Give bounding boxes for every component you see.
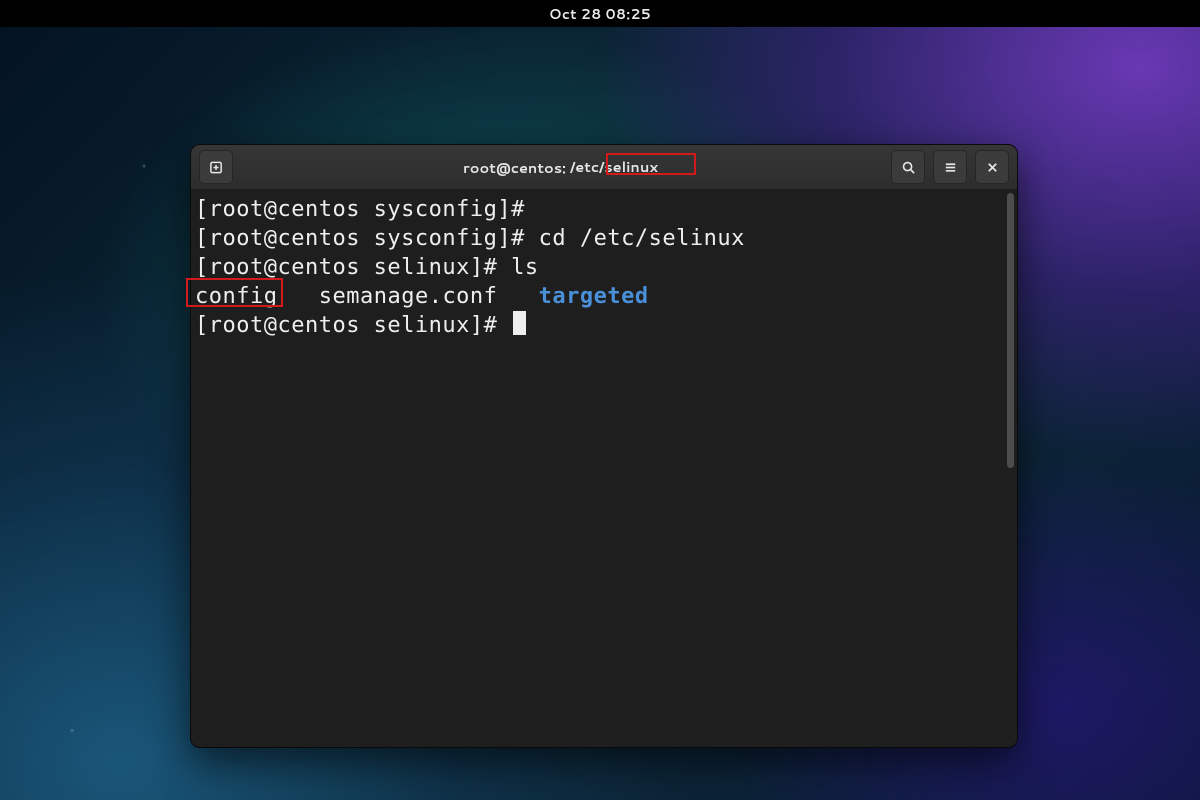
clock-label: Oct 28 08:25 <box>549 4 651 24</box>
close-button[interactable] <box>975 150 1009 184</box>
prompt: [root@centos sysconfig]# <box>195 226 539 251</box>
hamburger-menu-icon <box>943 160 958 175</box>
terminal-titlebar[interactable]: root@centos: /etc/selinux <box>191 145 1017 190</box>
terminal-output[interactable]: [root@centos sysconfig]# [root@centos sy… <box>191 190 1004 747</box>
close-icon <box>985 160 1000 175</box>
menu-button[interactable] <box>933 150 967 184</box>
search-button[interactable] <box>891 150 925 184</box>
ls-item-semanage: semanage.conf <box>319 284 498 309</box>
desktop-wallpaper: root@centos: /etc/selinux <box>0 27 1200 800</box>
ls-item-targeted: targeted <box>539 284 649 309</box>
cursor-block <box>513 311 526 335</box>
new-tab-icon <box>209 160 224 175</box>
window-title: root@centos: /etc/selinux <box>241 156 883 178</box>
title-user-host: root@centos: <box>463 157 566 178</box>
prompt: [root@centos sysconfig]# <box>195 197 539 222</box>
terminal-body[interactable]: [root@centos sysconfig]# [root@centos sy… <box>191 190 1017 747</box>
terminal-window: root@centos: /etc/selinux <box>190 144 1018 748</box>
new-tab-button[interactable] <box>199 150 233 184</box>
command-text: ls <box>511 255 539 280</box>
gnome-top-bar[interactable]: Oct 28 08:25 <box>0 0 1200 27</box>
title-path: /etc/selinux <box>567 156 661 178</box>
ls-item-config: config <box>195 284 277 309</box>
command-text: cd /etc/selinux <box>539 226 745 251</box>
prompt: [root@centos selinux]# <box>195 313 511 338</box>
scrollbar[interactable] <box>1004 190 1017 747</box>
scrollbar-thumb[interactable] <box>1007 193 1014 468</box>
prompt: [root@centos selinux]# <box>195 255 511 280</box>
search-icon <box>901 160 916 175</box>
